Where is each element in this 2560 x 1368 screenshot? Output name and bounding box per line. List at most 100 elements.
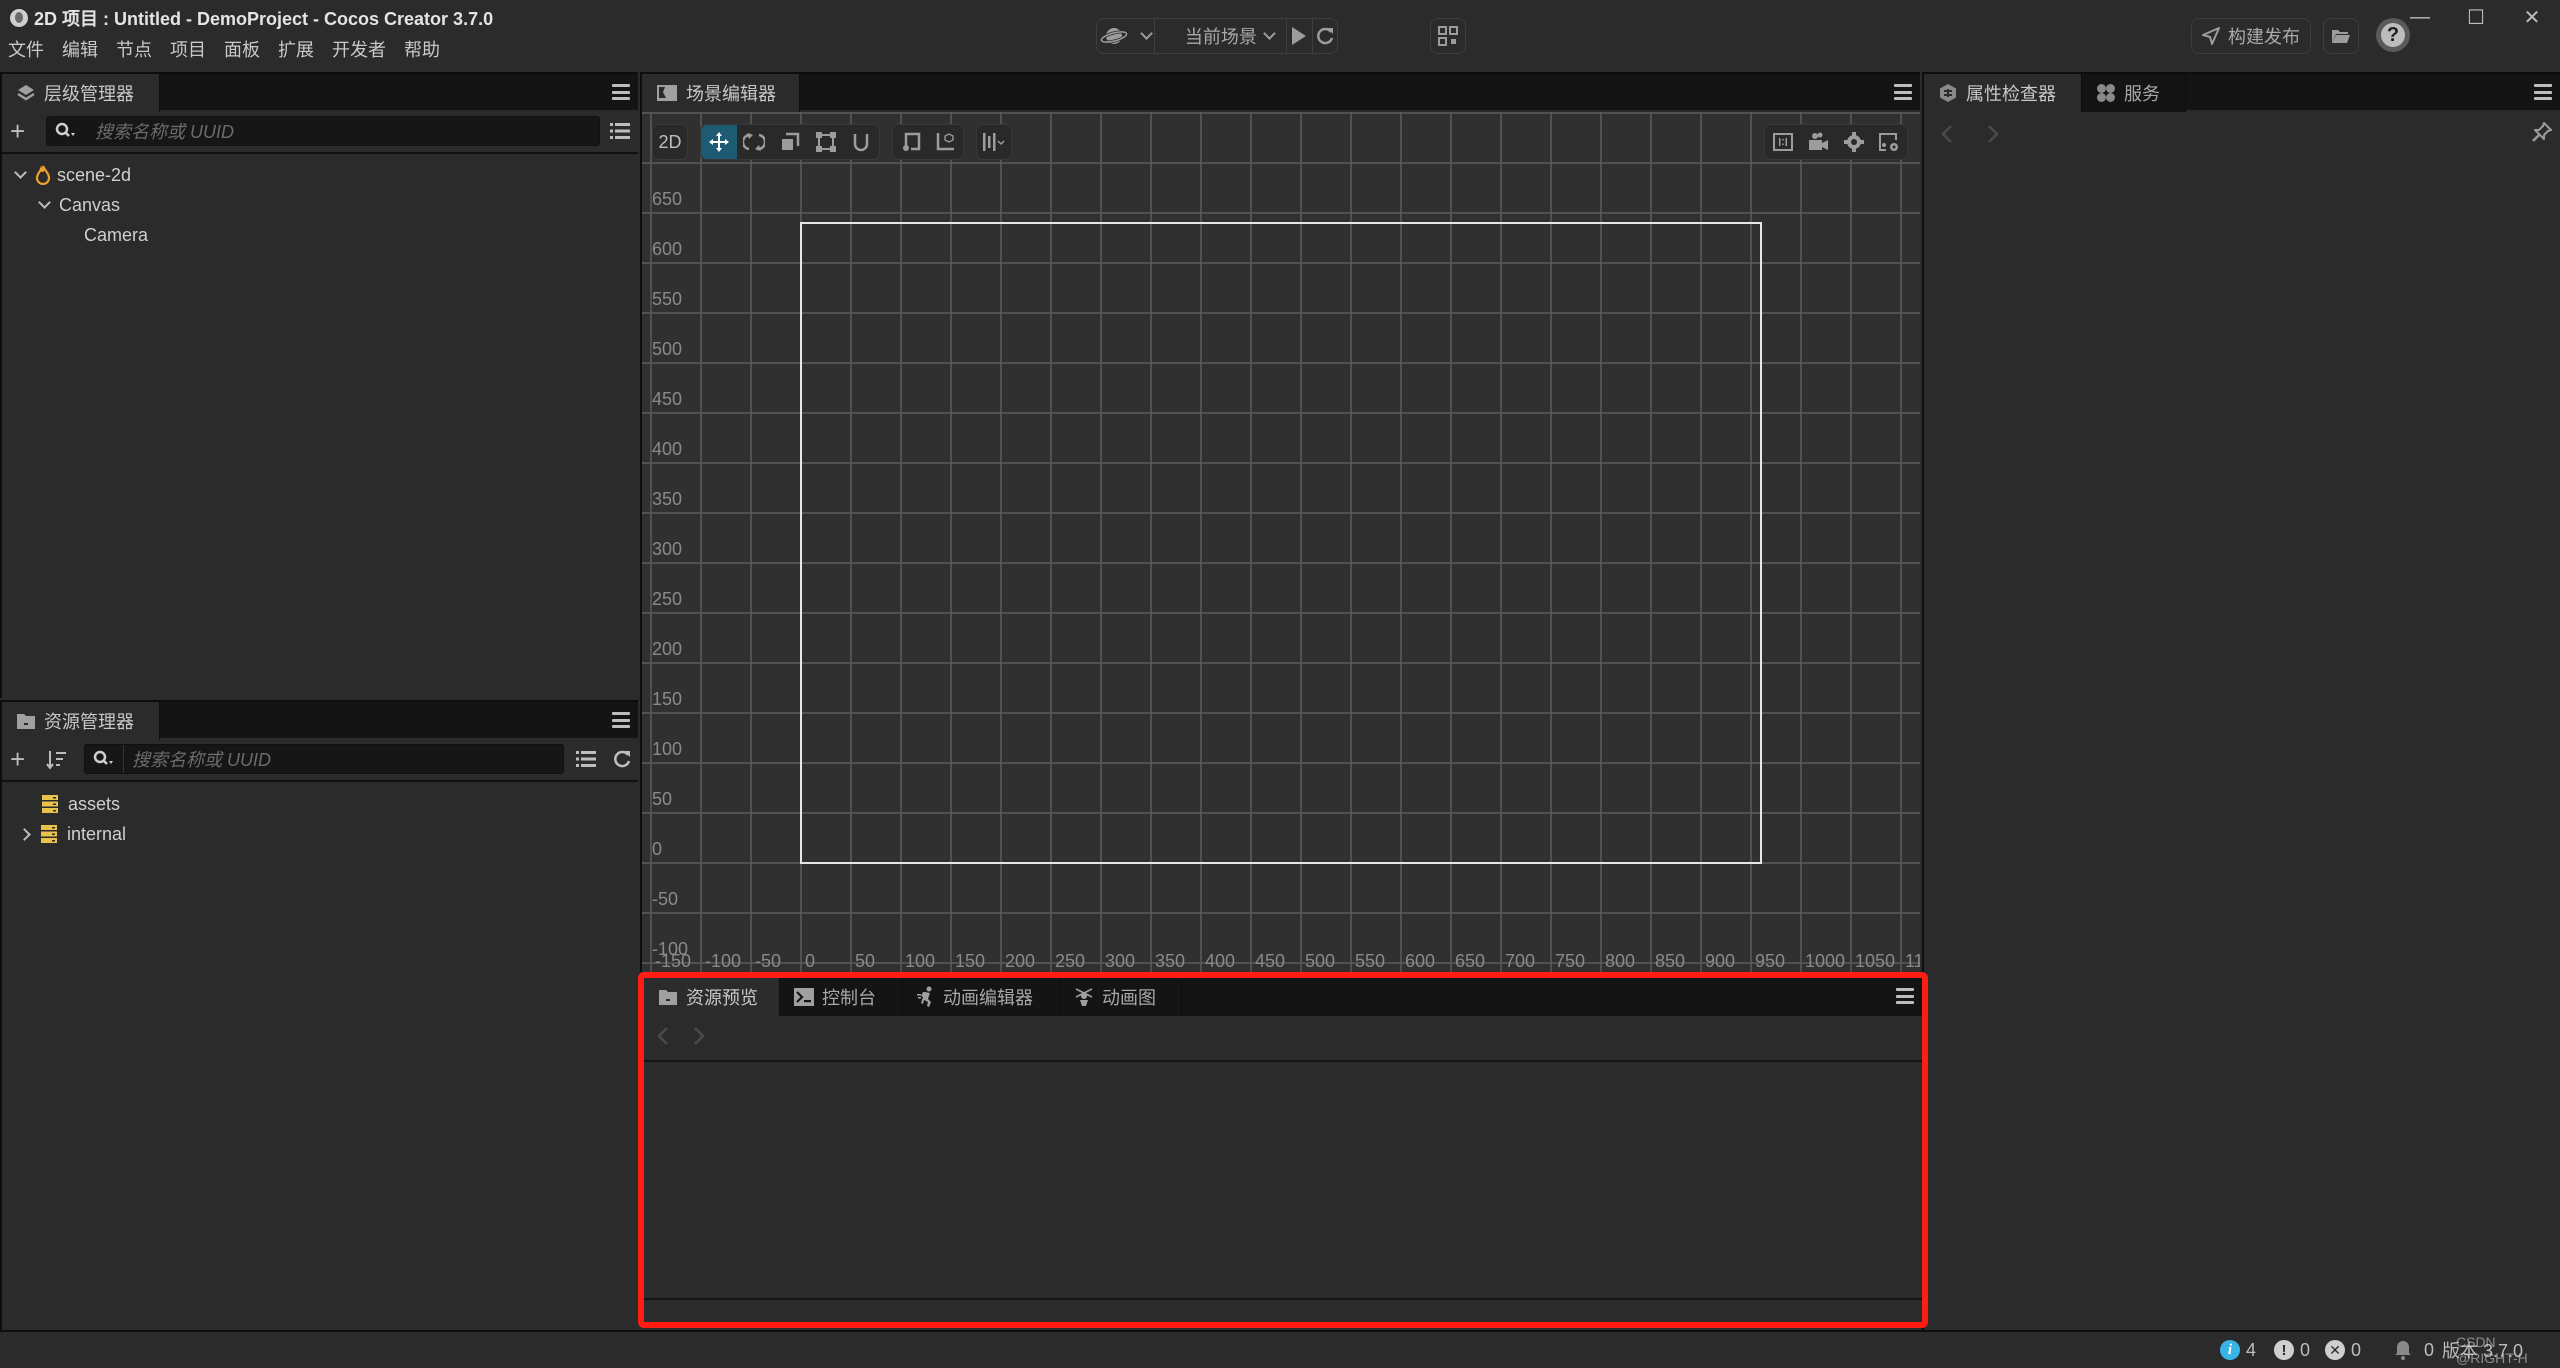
warning-icon: ! [2274, 1340, 2294, 1360]
snap-tool-button[interactable] [843, 125, 879, 159]
chevron-right-icon [694, 1027, 705, 1045]
divider [644, 1298, 1922, 1300]
tab-animation-graph[interactable]: 动画图 [1060, 978, 1182, 1016]
asset-item-internal[interactable]: internal [18, 819, 127, 849]
menu-node[interactable]: 节点 [116, 36, 152, 62]
align-button[interactable] [977, 125, 1011, 159]
minimize-button[interactable]: — [2392, 0, 2448, 34]
menu-edit[interactable]: 编辑 [62, 36, 98, 62]
cocos-logo-icon [10, 9, 28, 27]
forward-button[interactable] [1986, 124, 2000, 149]
tab-console[interactable]: 控制台 [780, 978, 903, 1016]
refresh-assets-button[interactable] [612, 749, 632, 774]
asset-item-assets[interactable]: assets [42, 789, 120, 819]
play-button[interactable] [1287, 19, 1312, 53]
notification-count[interactable]: 0 [2394, 1332, 2434, 1368]
menu-developer[interactable]: 开发者 [332, 36, 386, 62]
coordinate-button[interactable] [928, 125, 963, 159]
chevron-down-icon[interactable] [38, 196, 51, 209]
add-node-button[interactable]: + [10, 118, 25, 144]
chevron-left-icon [1941, 125, 1952, 143]
menu-project[interactable]: 项目 [170, 36, 206, 62]
settings-button[interactable] [1836, 125, 1872, 159]
ratio-1-1-icon [1772, 133, 1793, 151]
x-tick-label: 600 [1405, 951, 1435, 971]
build-button[interactable]: 构建发布 [2191, 18, 2311, 54]
tab-service[interactable]: 服务 [2082, 74, 2186, 112]
x-tick-label: 150 [955, 951, 985, 971]
tree-node-scene[interactable]: scene-2d [14, 160, 131, 190]
back-button[interactable] [1940, 124, 1954, 149]
sort-button[interactable] [46, 750, 68, 775]
list-view-button[interactable] [576, 750, 596, 773]
tab-scene-editor[interactable]: 场景编辑器 [642, 74, 800, 112]
maximize-button[interactable]: ☐ [2448, 0, 2504, 34]
rect-tool-button[interactable] [808, 125, 844, 159]
warning-count[interactable]: ! 0 [2274, 1332, 2310, 1368]
menu-help[interactable]: 帮助 [404, 36, 440, 62]
scene-viewport[interactable]: -150 -100 -50 0 50 100 150 200 250 300 350 400 450 50… [642, 112, 1920, 972]
pivot-button[interactable] [893, 125, 928, 159]
panel-menu-button[interactable] [2534, 84, 2552, 100]
scene-editor-panel: 场景编辑器 -150 -100 -50 0 50 100 150 200 250 300 350 40… [640, 72, 1920, 972]
assets-search-input[interactable]: 搜索名称或 UUID [84, 744, 564, 774]
close-button[interactable]: ✕ [2504, 0, 2560, 34]
error-count[interactable]: ✕ 0 [2325, 1332, 2361, 1368]
ratio-button[interactable] [1765, 125, 1801, 159]
list-icon [610, 123, 630, 139]
tab-assets[interactable]: 资源管理器 [2, 702, 160, 740]
panel-menu-button[interactable] [612, 84, 630, 100]
qr-code-button[interactable] [1430, 18, 1466, 54]
y-tick-label: 100 [652, 739, 682, 759]
add-asset-button[interactable]: + [10, 746, 25, 772]
chevron-down-icon [1140, 27, 1153, 40]
chevron-right-icon[interactable] [18, 827, 31, 841]
chevron-down-icon[interactable] [14, 166, 27, 179]
move-tool-button[interactable] [701, 125, 737, 159]
menu-file[interactable]: 文件 [8, 36, 44, 62]
preview-back-button[interactable] [656, 1026, 670, 1051]
tab-animation-editor[interactable]: 动画编辑器 [903, 978, 1060, 1016]
menu-panel[interactable]: 面板 [224, 36, 260, 62]
window-title-text: 2D 项目 : Untitled - DemoProject - Cocos C… [34, 9, 494, 29]
y-tick-label: 350 [652, 489, 682, 509]
x-tick-label: 800 [1605, 951, 1635, 971]
hierarchy-search-input[interactable]: 搜索名称或 UUID [46, 116, 600, 146]
list-view-button[interactable] [610, 122, 630, 145]
database-icon [41, 825, 57, 843]
pivot-tools [892, 124, 964, 160]
camera-button[interactable] [1801, 125, 1837, 159]
panel-menu-button[interactable] [1896, 988, 1914, 1004]
x-tick-label: 900 [1705, 951, 1735, 971]
x-tick-label: 700 [1505, 951, 1535, 971]
inspector-icon [1940, 84, 1956, 102]
chevron-down-icon [1263, 27, 1277, 40]
image-icon [657, 85, 677, 101]
tree-node-camera[interactable]: Camera [84, 220, 148, 250]
panel-menu-button[interactable] [612, 712, 630, 728]
info-count[interactable]: i 4 [2220, 1332, 2256, 1368]
plus-icon: + [10, 116, 26, 146]
panel-menu-button[interactable] [1894, 84, 1912, 100]
tab-label: 资源预览 [686, 988, 758, 1008]
asset-label: internal [67, 823, 127, 844]
y-tick-label: 200 [652, 639, 682, 659]
rotate-tool-button[interactable] [737, 125, 773, 159]
tab-asset-preview[interactable]: 资源预览 [644, 978, 780, 1016]
tree-node-canvas[interactable]: Canvas [38, 190, 120, 220]
design-resolution-frame [800, 222, 1762, 864]
pin-button[interactable] [2532, 122, 2552, 147]
pin-icon [2532, 122, 2552, 142]
preview-forward-button[interactable] [692, 1026, 706, 1051]
tab-inspector[interactable]: 属性检查器 [1924, 74, 2082, 112]
menu-extension[interactable]: 扩展 [278, 36, 314, 62]
scene-select[interactable]: 当前场景 [1155, 19, 1286, 53]
platform-select-button[interactable] [1097, 19, 1154, 53]
refresh-button[interactable] [1313, 19, 1337, 53]
open-folder-button[interactable] [2323, 18, 2359, 54]
gizmo-button[interactable] [1872, 125, 1908, 159]
tab-hierarchy[interactable]: 层级管理器 [2, 74, 160, 112]
mode-2d-button[interactable]: 2D [652, 124, 688, 160]
scale-tool-button[interactable] [772, 125, 808, 159]
y-tick-label: 0 [652, 839, 662, 859]
